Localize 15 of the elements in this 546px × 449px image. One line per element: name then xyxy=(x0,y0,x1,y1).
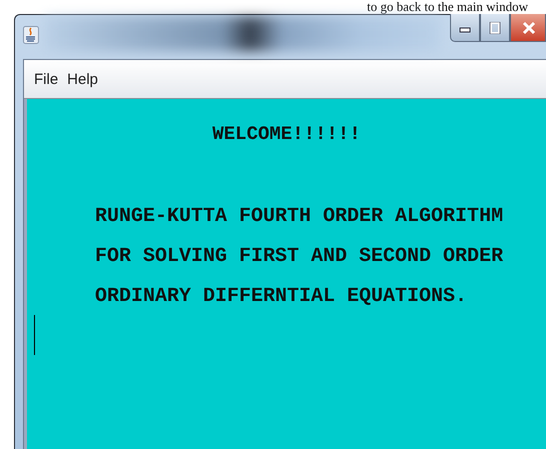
maximize-icon xyxy=(488,22,502,34)
close-button[interactable] xyxy=(510,14,546,42)
maximize-button[interactable] xyxy=(480,14,510,42)
java-cup-icon xyxy=(23,26,39,44)
welcome-heading: WELCOME!!!!!! xyxy=(211,123,362,145)
menu-item[interactable]: Help xyxy=(67,70,98,88)
description-line: RUNGE-KUTTA FOURTH ORDER ALGORITHM xyxy=(95,204,504,230)
minimize-button[interactable] xyxy=(450,14,480,42)
close-icon xyxy=(521,20,537,34)
description-line: ORDINARY DIFFERNTIAL EQUATIONS. xyxy=(95,284,468,310)
document-text: to go back to the main window xyxy=(366,0,528,14)
text-cursor xyxy=(34,315,35,355)
menu-item[interactable]: File xyxy=(34,70,58,88)
text-area[interactable]: WELCOME!!!!!! RUNGE-KUTTA FOURTH ORDER ALGORITHM FOR SOLVING FIRST AND SECOND ORDER ORDINARY DIFFERNTIAL EQUATIONS. xyxy=(24,99,546,449)
description-line: FOR SOLVING FIRST AND SECOND ORDER xyxy=(95,244,504,270)
